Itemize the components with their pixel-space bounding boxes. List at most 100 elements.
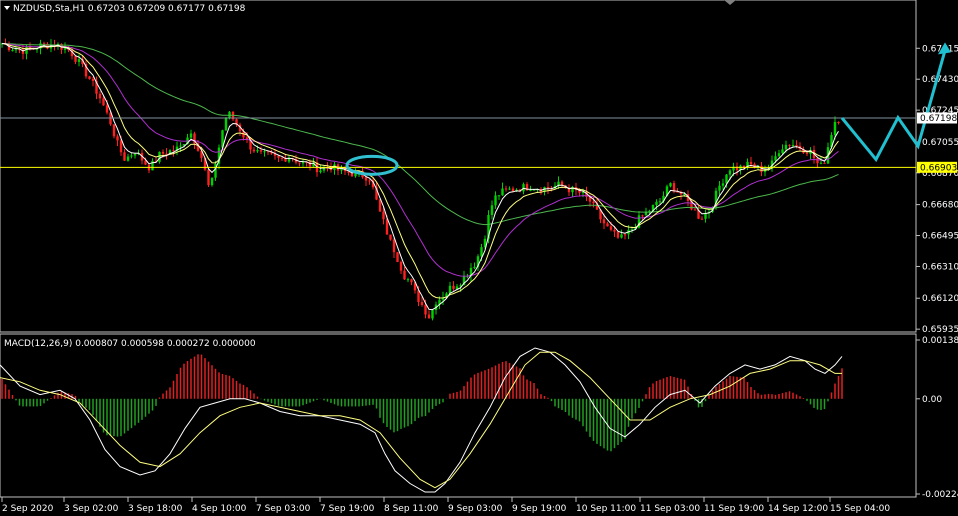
time-tick-label: 9 Sep 03:00 — [448, 504, 503, 514]
candle-body — [228, 111, 231, 118]
candle-body — [728, 170, 732, 175]
candle-body — [368, 180, 371, 182]
candle-body — [161, 151, 165, 154]
time-tick-label: 11 Sep 03:00 — [640, 504, 700, 514]
candle-body — [207, 169, 210, 186]
candle-body — [420, 302, 424, 305]
candle-body — [749, 161, 753, 165]
candle-body — [816, 158, 819, 164]
candle-body — [508, 188, 511, 190]
candle-body — [298, 162, 301, 164]
candle-body — [494, 195, 497, 206]
candle-body — [623, 234, 627, 236]
candle-body — [693, 209, 697, 211]
candle-body — [609, 226, 613, 230]
candle-body — [102, 98, 105, 106]
candle-body — [112, 124, 116, 137]
candle-body — [641, 215, 644, 217]
price-tick-label: 0.67055 — [922, 138, 958, 148]
candle-body — [74, 56, 77, 62]
candle-body — [210, 177, 214, 186]
candle-body — [406, 279, 410, 281]
candle-body — [669, 183, 672, 187]
candle-body — [448, 285, 452, 294]
candle-body — [522, 184, 525, 192]
candle-body — [602, 219, 606, 224]
time-tick-label: 7 Sep 19:00 — [320, 504, 375, 514]
candle-body — [613, 229, 616, 232]
candle-body — [805, 152, 809, 154]
time-tick-label: 10 Sep 11:00 — [576, 504, 636, 514]
candle-body — [410, 279, 413, 283]
candle-body — [392, 239, 396, 253]
candle-body — [14, 49, 18, 51]
candle-body — [546, 187, 550, 189]
candle-body — [88, 76, 91, 79]
price-panel-frame — [0, 0, 917, 333]
candle-body — [480, 247, 483, 257]
macd-header-text: MACD(12,26,9) 0.000807 0.000598 0.000272… — [4, 339, 256, 349]
candle-body — [497, 195, 501, 197]
candle-body — [385, 219, 389, 235]
candle-body — [721, 183, 725, 186]
price-panel: 0.676150.674300.672450.670550.668700.666… — [0, 0, 958, 335]
candle-body — [126, 156, 130, 161]
candle-body — [620, 234, 623, 238]
price-tick-label: 0.66495 — [922, 232, 958, 242]
candle-body — [11, 50, 14, 52]
candle-body — [119, 140, 123, 153]
candle-body — [280, 157, 284, 159]
level-price-value: 0.66903 — [920, 163, 957, 173]
candle-body — [263, 151, 266, 153]
price-tick-label: 0.66120 — [922, 294, 958, 304]
candle-body — [189, 133, 193, 138]
candle-body — [431, 310, 434, 319]
price-tick-label: 0.66680 — [922, 201, 958, 211]
time-tick-label: 3 Sep 02:00 — [64, 504, 119, 514]
candle-body — [455, 286, 459, 289]
candle-body — [256, 150, 259, 152]
candle-body — [777, 153, 781, 157]
candle-body — [133, 153, 137, 156]
candle-body — [791, 145, 795, 147]
candle-body — [259, 150, 263, 152]
candle-body — [396, 252, 399, 262]
candle-body — [364, 177, 368, 181]
candle-body — [116, 136, 119, 141]
trading-chart: 0.676150.674300.672450.670550.668700.666… — [0, 0, 958, 516]
candle-body — [795, 145, 798, 147]
candle-body — [123, 152, 126, 161]
time-tick-label: 11 Sep 19:00 — [704, 504, 764, 514]
candle-body — [399, 261, 403, 271]
candle-body — [700, 218, 704, 220]
candle-body — [529, 189, 532, 191]
candle-body — [252, 149, 256, 152]
time-tick-label: 7 Sep 03:00 — [256, 504, 311, 514]
candle-body — [725, 174, 728, 184]
candle-body — [819, 162, 823, 164]
candle-body — [833, 121, 837, 136]
candle-body — [784, 144, 788, 150]
candle-body — [105, 105, 109, 113]
candle-body — [837, 121, 840, 123]
candle-body — [490, 205, 494, 216]
macd-tick-label: -0.002248 — [922, 490, 958, 500]
candle-body — [172, 150, 175, 152]
candle-body — [424, 304, 427, 315]
current-price-value: 0.67198 — [920, 114, 957, 124]
candle-body — [592, 201, 595, 204]
price-tick-label: 0.67430 — [922, 75, 958, 85]
candle-body — [616, 231, 620, 238]
candle-body — [452, 285, 455, 289]
candle-body — [504, 188, 508, 190]
candle-body — [389, 234, 392, 240]
candle-body — [658, 201, 662, 203]
time-tick-label: 14 Sep 12:00 — [768, 504, 828, 514]
candle-body — [823, 162, 826, 164]
candle-body — [277, 155, 280, 158]
candle-body — [403, 270, 406, 280]
candle-body — [427, 314, 431, 319]
candle-body — [179, 145, 182, 147]
candle-body — [77, 59, 81, 62]
candle-body — [655, 201, 658, 206]
